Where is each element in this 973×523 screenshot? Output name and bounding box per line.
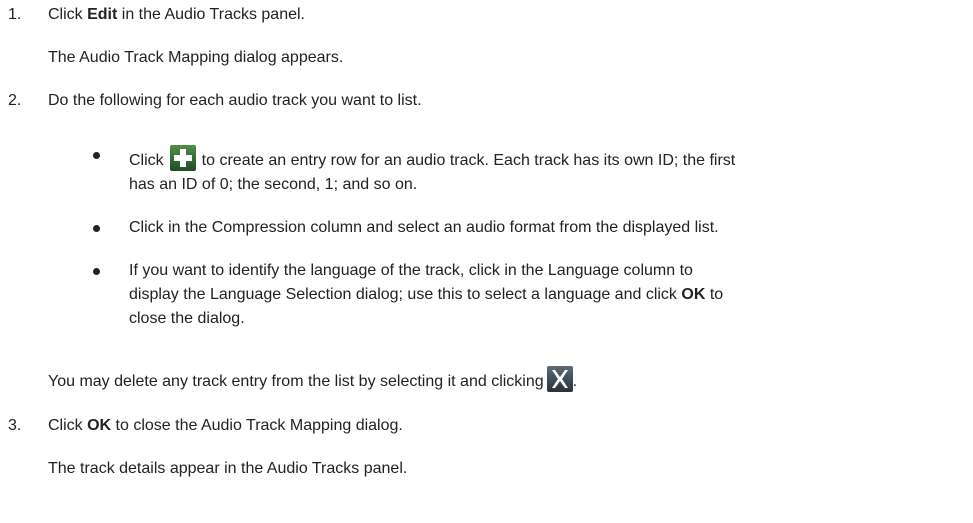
bullet-dot	[93, 268, 100, 275]
bullet-3-line-2-post: to	[705, 286, 724, 303]
step-2-number: 2.	[8, 92, 22, 109]
ok-label: OK	[681, 286, 706, 303]
step-1-number: 1.	[8, 6, 22, 23]
delete-note-post: .	[572, 373, 578, 390]
bullet-3-line-2-pre: display the Language Selection dialog; u…	[129, 286, 682, 303]
step-2-text: Do the following for each audio track yo…	[48, 92, 422, 109]
delete-note: You may delete any track entry from the …	[48, 366, 577, 392]
step-1-text: Click Edit in the Audio Tracks panel.	[48, 4, 305, 26]
bullet-3-line-2: display the Language Selection dialog; u…	[129, 284, 723, 306]
bullet-dot	[93, 225, 100, 232]
edit-label: Edit	[87, 6, 118, 23]
bullet-3-line-3: close the dialog.	[129, 310, 245, 327]
bullet-1-post: to create an entry row for an audio trac…	[201, 152, 736, 169]
bullet-dot	[93, 152, 100, 159]
bullet-1-line-1: Click to create an entry row for an audio…	[129, 145, 735, 171]
instruction-document: 1. Click Edit in the Audio Tracks panel.…	[0, 0, 973, 523]
step-1-result: The Audio Track Mapping dialog appears.	[48, 49, 344, 66]
delete-icon	[546, 366, 573, 392]
bullet-2-text: Click in the Compression column and sele…	[129, 219, 719, 236]
step-3-pre: Click	[48, 417, 88, 434]
step-3-number: 3.	[8, 417, 22, 434]
add-icon	[169, 145, 196, 171]
ok-label: OK	[87, 417, 112, 434]
bullet-1-pre: Click	[129, 152, 164, 169]
bullet-1-line-2: has an ID of 0; the second, 1; and so on…	[129, 176, 418, 193]
step-3-text: Click OK to close the Audio Track Mappin…	[48, 415, 403, 437]
bullet-3-line-1: If you want to identify the language of …	[129, 262, 693, 279]
step-1-pre: Click	[48, 6, 88, 23]
step-1-post: in the Audio Tracks panel.	[117, 6, 305, 23]
delete-note-pre: You may delete any track entry from the …	[48, 373, 544, 390]
step-3-result: The track details appear in the Audio Tr…	[48, 460, 408, 477]
step-3-post: to close the Audio Track Mapping dialog.	[111, 417, 403, 434]
